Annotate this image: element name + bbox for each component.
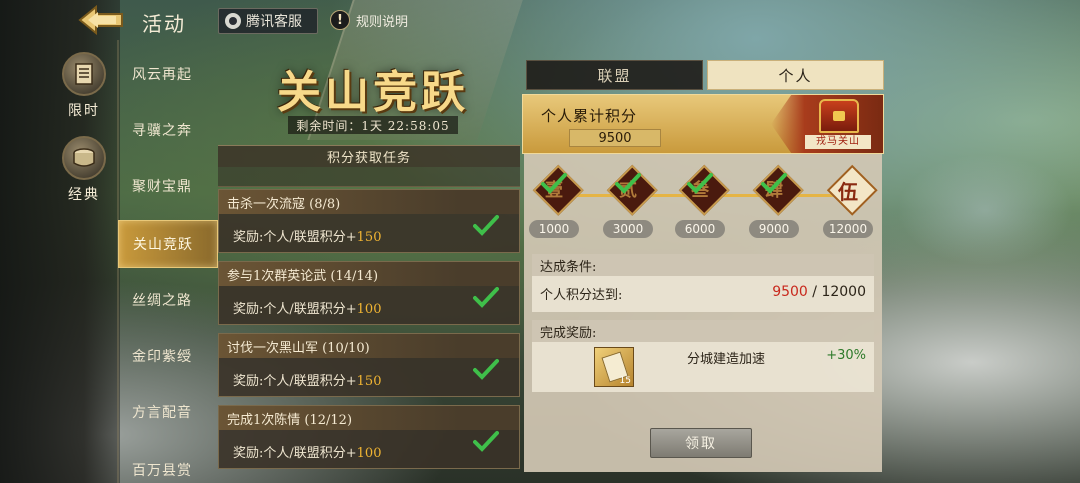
task-reward: 奖励:个人/联盟积分+150 xyxy=(233,370,381,389)
milestone-value: 3000 xyxy=(603,220,653,238)
reward-name: 分城建造加速 xyxy=(687,352,766,367)
activity-list: 风云再起 寻骥之奔 聚财宝鼎 关山竞跃 丝绸之路 金印紫绶 方言配音 百万县赏 xyxy=(118,48,218,483)
task-reward-prefix: 奖励:个人/联盟积分+ xyxy=(233,446,357,461)
milestone-current[interactable]: 伍 12000 xyxy=(822,164,878,238)
activity-item[interactable]: 金印紫绶 xyxy=(118,332,218,380)
reward-box: 完成奖励: 15 分城建造加速 +30% xyxy=(532,320,874,392)
scroll-icon xyxy=(62,52,106,96)
task-reward-prefix: 奖励:个人/联盟积分+ xyxy=(233,374,357,389)
task-card: 击杀一次流寇 (8/8) 奖励:个人/联盟积分+150 xyxy=(218,189,520,253)
task-panel-divider xyxy=(218,167,520,187)
milestone[interactable]: 肆 9000 xyxy=(748,164,804,238)
condition-current: 9500 xyxy=(772,284,808,300)
activity-item[interactable]: 丝绸之路 xyxy=(118,276,218,324)
back-button[interactable] xyxy=(78,4,124,36)
milestone[interactable]: 壹 1000 xyxy=(528,164,584,238)
task-reward-value: 150 xyxy=(356,374,382,389)
reward-percentage: +30% xyxy=(826,348,866,363)
milestone-value: 6000 xyxy=(675,220,725,238)
task-reward-value: 100 xyxy=(356,446,382,461)
condition-box: 达成条件: 个人积分达到: 9500 / 12000 xyxy=(532,254,874,312)
rules-label: 规则说明 xyxy=(356,14,409,30)
page-title: 活动 xyxy=(142,12,186,36)
customer-service-label: 腾讯客服 xyxy=(246,14,302,30)
task-title: 击杀一次流寇 (8/8) xyxy=(219,190,519,214)
event-title: 关山竞跃 xyxy=(277,67,469,118)
condition-header: 达成条件: xyxy=(532,254,874,276)
task-reward-prefix: 奖励:个人/联盟积分+ xyxy=(233,302,357,317)
reward-badge[interactable]: 戎马关山 xyxy=(771,95,883,153)
customer-service-button[interactable]: 腾讯客服 xyxy=(218,8,318,34)
milestone-value: 12000 xyxy=(823,220,873,238)
milestone-value: 1000 xyxy=(529,220,579,238)
activity-item[interactable]: 聚财宝鼎 xyxy=(118,162,218,210)
task-title: 讨伐一次黑山军 (10/10) xyxy=(219,334,519,358)
tab-alliance[interactable]: 联盟 xyxy=(526,60,703,90)
top-bar: 活动 腾讯客服 ! 规则说明 xyxy=(0,0,420,40)
time-remaining: 剩余时间：1天 22:58:05 xyxy=(288,116,458,134)
category-classic[interactable]: 经典 xyxy=(60,136,108,204)
task-reward-prefix: 奖励:个人/联盟积分+ xyxy=(233,230,357,245)
reward-header: 完成奖励: xyxy=(532,320,874,342)
category-classic-label: 经典 xyxy=(68,187,100,203)
task-reward: 奖励:个人/联盟积分+100 xyxy=(233,442,381,461)
check-icon xyxy=(473,431,499,452)
claim-button[interactable]: 领取 xyxy=(650,428,752,458)
service-icon xyxy=(225,13,241,29)
score-label: 个人累计积分 xyxy=(541,107,638,125)
treasure-chest-icon xyxy=(819,99,859,133)
check-icon xyxy=(761,173,787,194)
activity-item[interactable]: 寻骥之奔 xyxy=(118,106,218,154)
check-icon xyxy=(473,359,499,380)
tab-personal[interactable]: 个人 xyxy=(707,60,884,90)
check-icon xyxy=(473,287,499,308)
task-panel-header: 积分获取任务 xyxy=(218,145,520,167)
task-card: 参与1次群英论武 (14/14) 奖励:个人/联盟积分+100 xyxy=(218,261,520,325)
activity-item[interactable]: 风云再起 xyxy=(118,50,218,98)
score-value: 9500 xyxy=(569,129,661,147)
milestone[interactable]: 叁 6000 xyxy=(674,164,730,238)
score-header: 个人累计积分 9500 戎马关山 xyxy=(522,94,884,154)
activity-item[interactable]: 方言配音 xyxy=(118,388,218,436)
tab-bar: 联盟 个人 xyxy=(526,60,884,90)
back-arrow-icon xyxy=(78,5,123,35)
exclamation-icon: ! xyxy=(330,10,350,30)
task-card: 讨伐一次黑山军 (10/10) 奖励:个人/联盟积分+150 xyxy=(218,333,520,397)
condition-target: / 12000 xyxy=(812,284,866,300)
check-icon xyxy=(541,173,567,194)
reward-item[interactable]: 15 xyxy=(594,347,634,387)
condition-progress: 9500 / 12000 xyxy=(772,284,866,300)
task-reward-value: 150 xyxy=(356,230,382,245)
task-title: 参与1次群英论武 (14/14) xyxy=(219,262,519,286)
check-icon xyxy=(615,173,641,194)
milestone-char: 伍 xyxy=(838,180,858,204)
task-panel: 积分获取任务 击杀一次流寇 (8/8) 奖励:个人/联盟积分+150 参与1次群… xyxy=(218,145,520,483)
activity-item-selected[interactable]: 关山竞跃 xyxy=(118,220,218,268)
check-icon xyxy=(687,173,713,194)
category-limited-label: 限时 xyxy=(68,103,100,119)
task-title: 完成1次陈情 (12/12) xyxy=(219,406,519,430)
progress-area: 壹 1000 贰 3000 叁 6000 肆 9000 伍 12000 达成条件… xyxy=(524,154,882,472)
activity-item[interactable]: 百万县赏 xyxy=(118,446,218,483)
milestone[interactable]: 贰 3000 xyxy=(602,164,658,238)
milestone-value: 9000 xyxy=(749,220,799,238)
reward-item-count: 15 xyxy=(619,376,631,386)
rules-button[interactable]: ! 规则说明 xyxy=(330,8,408,32)
task-card: 完成1次陈情 (12/12) 奖励:个人/联盟积分+100 xyxy=(218,405,520,469)
badge-label: 戎马关山 xyxy=(805,135,871,149)
drum-icon xyxy=(62,136,106,180)
personal-score-panel: 联盟 个人 个人累计积分 9500 戎马关山 壹 1000 贰 3000 叁 6… xyxy=(522,60,884,473)
check-icon xyxy=(473,215,499,236)
task-reward: 奖励:个人/联盟积分+100 xyxy=(233,298,381,317)
condition-text: 个人积分达到: xyxy=(540,288,623,303)
river-scenery xyxy=(890,150,1080,270)
category-limited[interactable]: 限时 xyxy=(60,52,108,120)
task-reward-value: 100 xyxy=(356,302,382,317)
task-reward: 奖励:个人/联盟积分+150 xyxy=(233,226,381,245)
